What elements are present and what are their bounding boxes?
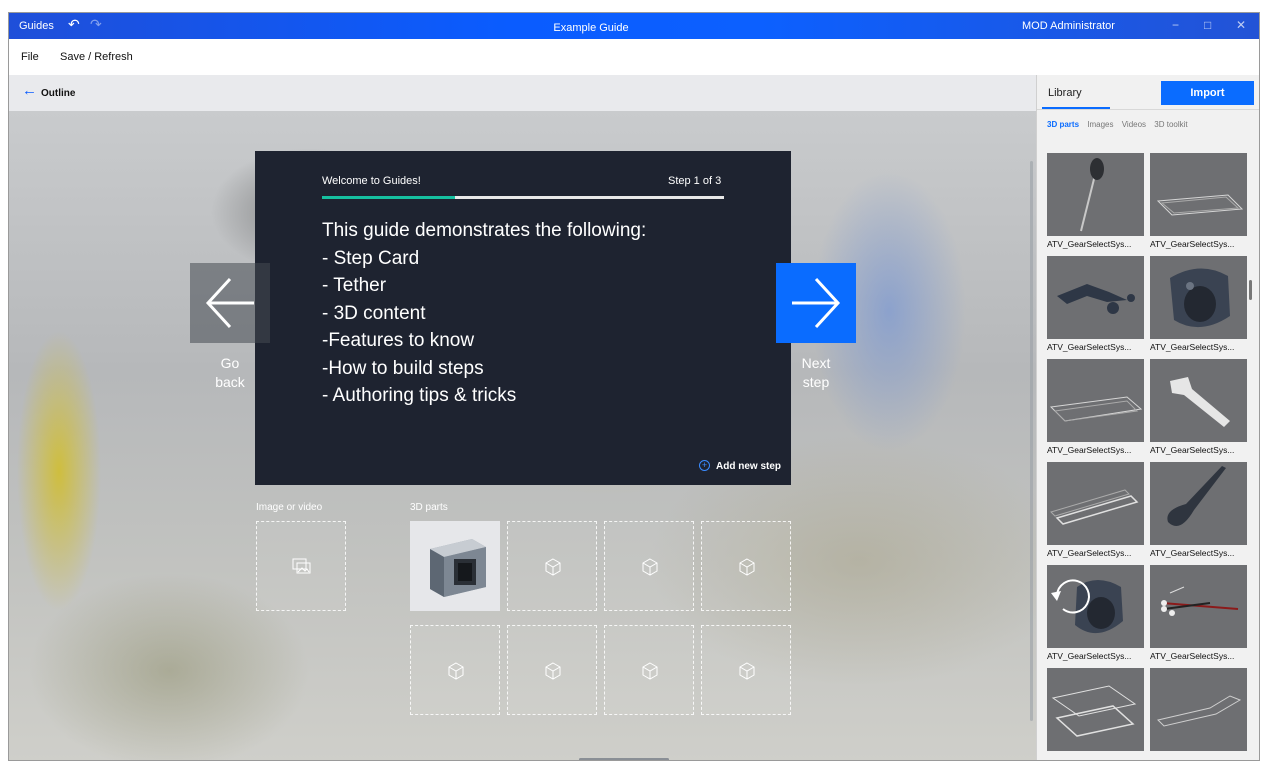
- step-card-line: - 3D content: [322, 302, 426, 324]
- library-item-name: ATV_GearSelectSys...: [1150, 548, 1235, 558]
- step-progress-fill: [322, 196, 455, 199]
- go-back-label[interactable]: Go back: [190, 354, 270, 392]
- image-or-video-label: Image or video: [256, 502, 323, 513]
- cube-icon: [642, 662, 658, 680]
- 3d-part-slot[interactable]: [604, 521, 694, 611]
- filter-3d-parts[interactable]: 3D parts: [1047, 120, 1079, 129]
- step-card-line: - Step Card: [322, 247, 420, 269]
- next-step-label[interactable]: Next step: [776, 354, 856, 392]
- step-indicator: Step 1 of 3: [668, 175, 722, 187]
- library-tab[interactable]: Library: [1048, 87, 1082, 99]
- canvas-scrollbar[interactable]: [1030, 161, 1033, 721]
- cube-icon: [545, 558, 561, 576]
- library-item-name: ATV_GearSelectSys...: [1150, 651, 1235, 661]
- 3d-parts-label: 3D parts: [410, 502, 448, 513]
- next-step-button[interactable]: [776, 263, 856, 343]
- library-item-thumbnail: [1047, 153, 1144, 236]
- library-item-thumbnail: [1150, 668, 1247, 751]
- user-name[interactable]: MOD Administrator: [1022, 20, 1115, 32]
- library-item-name: ATV_GearSelectSys...: [1047, 239, 1132, 249]
- library-item-thumbnail: [1047, 462, 1144, 545]
- cube-icon: [545, 662, 561, 680]
- step-progress-bar: [322, 196, 724, 199]
- add-new-step-button[interactable]: Add new step: [716, 461, 781, 472]
- 3d-part-slot[interactable]: [604, 625, 694, 715]
- library-item-name: ATV_GearSelectSys...: [1047, 445, 1132, 455]
- close-button[interactable]: ✕: [1236, 18, 1246, 32]
- maximize-button[interactable]: □: [1204, 18, 1211, 32]
- cube-icon: [739, 558, 755, 576]
- back-arrow-icon[interactable]: ←: [22, 83, 37, 99]
- app-window: Guides ↶ ↷ Example Guide MOD Administrat…: [8, 12, 1260, 761]
- minimize-button[interactable]: −: [1172, 18, 1179, 32]
- library-item-name: ATV_GearSelectSys...: [1047, 548, 1132, 558]
- go-back-button[interactable]: [190, 263, 270, 343]
- library-item-thumbnail: [1150, 565, 1247, 648]
- step-card-line: This guide demonstrates the following:: [322, 220, 647, 241]
- outline-bar: ← Outline: [9, 75, 1036, 111]
- import-button[interactable]: Import: [1161, 81, 1254, 105]
- cube-icon: [448, 662, 464, 680]
- filter-3d-toolkit[interactable]: 3D toolkit: [1154, 120, 1187, 129]
- library-panel: Library Import 3D parts Images Videos 3D…: [1036, 75, 1259, 760]
- library-scrollbar[interactable]: [1249, 280, 1252, 300]
- step-card-body[interactable]: This guide demonstrates the following: -…: [322, 217, 646, 410]
- library-item-name: ATV_GearSelectSys...: [1150, 239, 1235, 249]
- cube-icon: [739, 662, 755, 680]
- arrow-left-icon: [205, 277, 254, 329]
- document-title: Example Guide: [553, 22, 629, 34]
- step-card-line: -Features to know: [322, 330, 475, 351]
- 3d-part-slot-filled[interactable]: [410, 521, 500, 611]
- panel-divider: [1037, 109, 1259, 110]
- step-card-line: - Tether: [322, 275, 387, 296]
- image-placeholder-icon: [292, 558, 311, 574]
- library-item-thumbnail: [1047, 256, 1144, 339]
- library-item-thumbnail: [1047, 668, 1144, 751]
- library-item-thumbnail: [1150, 256, 1247, 339]
- image-video-slot[interactable]: [256, 521, 346, 611]
- filter-videos[interactable]: Videos: [1122, 120, 1146, 129]
- save-refresh-menu[interactable]: Save / Refresh: [60, 51, 133, 63]
- library-item-thumbnail: [1150, 462, 1247, 545]
- 3d-part-slot[interactable]: [507, 625, 597, 715]
- 3d-part-slot[interactable]: [410, 625, 500, 715]
- arrow-right-icon: [792, 277, 841, 329]
- library-filters: 3D parts Images Videos 3D toolkit: [1047, 120, 1194, 129]
- library-item-name: ATV_GearSelectSys...: [1047, 342, 1132, 352]
- step-card-line: - Authoring tips & tricks: [322, 385, 517, 406]
- library-item-thumbnail: [1047, 565, 1144, 648]
- library-item-thumbnail: [1150, 359, 1247, 442]
- step-card-line: -How to build steps: [322, 357, 484, 379]
- filter-images[interactable]: Images: [1087, 120, 1113, 129]
- menu-bar: File Save / Refresh: [9, 39, 1259, 75]
- 3d-part-slot[interactable]: [701, 625, 791, 715]
- canvas-resize-handle[interactable]: [579, 758, 669, 760]
- title-bar: Guides ↶ ↷ Example Guide MOD Administrat…: [9, 13, 1259, 39]
- library-item-name: ATV_GearSelectSys...: [1150, 342, 1235, 352]
- library-item-thumbnail: [1150, 153, 1247, 236]
- canvas-area: Welcome to Guides! Step 1 of 3 This guid…: [9, 111, 1036, 760]
- library-item-name: ATV_GearSelectSys...: [1150, 445, 1235, 455]
- cube-icon: [642, 558, 658, 576]
- step-card[interactable]: Welcome to Guides! Step 1 of 3 This guid…: [255, 151, 791, 485]
- outline-link[interactable]: Outline: [41, 88, 75, 99]
- library-item-thumbnail: [1047, 359, 1144, 442]
- 3d-part-slot[interactable]: [507, 521, 597, 611]
- 3d-part-thumbnail: [410, 521, 500, 611]
- add-circle-icon[interactable]: +: [699, 460, 710, 471]
- step-card-title: Welcome to Guides!: [322, 175, 421, 187]
- file-menu[interactable]: File: [21, 51, 39, 63]
- 3d-part-slot[interactable]: [701, 521, 791, 611]
- library-item-name: ATV_GearSelectSys...: [1047, 651, 1132, 661]
